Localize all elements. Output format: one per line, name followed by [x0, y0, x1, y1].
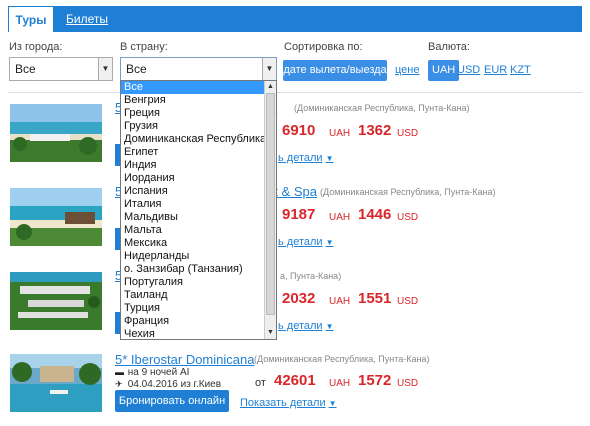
- chevron-down-icon: ▼: [325, 238, 334, 247]
- tab-tours[interactable]: Туры: [8, 6, 54, 32]
- hotel-photo[interactable]: [10, 104, 102, 162]
- currency-kzt[interactable]: KZT: [510, 60, 531, 81]
- country-option[interactable]: Франция: [121, 315, 265, 328]
- show-details-link[interactable]: ь детали ▼: [278, 236, 333, 248]
- hotel-title-tail[interactable]: rt & Spa: [270, 184, 317, 199]
- show-details-link[interactable]: ь детали ▼: [278, 152, 333, 164]
- currency-unit-usd: USD: [397, 296, 419, 307]
- country-dropdown-list[interactable]: Все Венгрия Греция Грузия Доминиканская Респ…: [120, 80, 277, 340]
- scroll-down-icon[interactable]: ▼: [265, 327, 276, 339]
- sort-by-price-link[interactable]: цене: [395, 64, 420, 76]
- country-option[interactable]: Италия: [121, 198, 265, 211]
- country-option[interactable]: Иордания: [121, 172, 265, 185]
- chevron-down-icon: ▼: [328, 399, 337, 408]
- price-usd: 1362: [358, 122, 392, 139]
- country-option[interactable]: Мексика: [121, 237, 265, 250]
- country-option[interactable]: Нидерланды: [121, 250, 265, 263]
- currency-label: Валюта:: [428, 41, 470, 53]
- currency-eur[interactable]: EUR: [484, 60, 507, 81]
- price-uah: 6910: [282, 122, 316, 139]
- plane-icon: ✈: [115, 379, 123, 389]
- price-usd: 1551: [358, 290, 392, 307]
- hotel-photo[interactable]: [10, 188, 102, 246]
- hotel-location: (Доминиканская Республика, Пунта-Кана): [254, 354, 430, 364]
- hotel-location: а, Пунта-Кана): [280, 271, 342, 281]
- country-option[interactable]: Египет: [121, 146, 265, 159]
- country-option[interactable]: Все: [121, 81, 265, 94]
- price-uah: 2032: [282, 290, 316, 307]
- show-details-link[interactable]: Показать детали ▼: [240, 397, 337, 409]
- scrollbar-thumb[interactable]: [266, 93, 275, 315]
- country-option[interactable]: о. Занзибар (Танзания): [121, 263, 265, 276]
- scrollbar[interactable]: ▲ ▼: [264, 81, 276, 339]
- currency-unit-usd: USD: [397, 212, 419, 223]
- currency-unit-usd: USD: [397, 128, 419, 139]
- country-option[interactable]: Греция: [121, 107, 265, 120]
- tour-item: 5 rt & Spa (Доминиканская Республика, Пу…: [8, 184, 582, 259]
- chevron-down-icon: ▼: [325, 154, 334, 163]
- country-option[interactable]: Чехия: [121, 328, 265, 339]
- from-city-label: Из города:: [9, 41, 63, 53]
- country-option[interactable]: Доминиканская Республика: [121, 133, 266, 146]
- price-uah: 42601: [274, 372, 316, 389]
- chevron-down-icon: ▼: [325, 322, 334, 331]
- to-country-value: Все: [126, 62, 147, 76]
- from-city-value: Все: [15, 62, 36, 76]
- country-option[interactable]: Турция: [121, 302, 265, 315]
- price-usd: 1446: [358, 206, 392, 223]
- currency-unit-uah: UAH: [329, 212, 351, 223]
- currency-unit-uah: UAH: [329, 378, 351, 389]
- hotel-location: (Доминиканская Республика, Пунта-Кана): [320, 187, 496, 197]
- tour-item: 5* Iberostar Dominicana (Доминиканская Р…: [8, 350, 582, 425]
- nights-info: ▬ на 9 ночей AI: [115, 367, 190, 378]
- country-option[interactable]: Испания: [121, 185, 265, 198]
- country-option[interactable]: Мальдивы: [121, 211, 265, 224]
- chevron-down-icon[interactable]: ▼: [98, 58, 112, 80]
- sort-by-date-button[interactable]: дате вылета/выезда ↑: [283, 60, 387, 97]
- tour-item: 5 а, Пунта-Кана) 2032 UAH 1551 USD ь дет…: [8, 268, 582, 343]
- to-country-select[interactable]: Все ▼: [120, 57, 277, 81]
- country-option[interactable]: Венгрия: [121, 94, 265, 107]
- divider: [8, 92, 582, 93]
- currency-uah[interactable]: UAH: [428, 60, 460, 81]
- currency-unit-uah: UAH: [329, 296, 351, 307]
- country-options: Все Венгрия Греция Грузия Доминиканская Респ…: [121, 81, 266, 339]
- to-country-label: В страну:: [120, 41, 168, 53]
- hotel-photo[interactable]: [10, 272, 102, 330]
- show-details-link[interactable]: ь детали ▼: [278, 320, 333, 332]
- tab-tickets[interactable]: Билеты: [60, 6, 114, 32]
- from-city-select[interactable]: Все ▼: [9, 57, 113, 81]
- country-option[interactable]: Таиланд: [121, 289, 265, 302]
- bed-icon: ▬: [115, 367, 124, 377]
- country-option[interactable]: Грузия: [121, 120, 265, 133]
- chevron-down-icon[interactable]: ▼: [262, 58, 276, 80]
- hotel-photo[interactable]: [10, 354, 102, 412]
- tour-item: 5 а (Доминиканская Республика, Пунта-Кан…: [8, 100, 582, 175]
- hotel-title-link[interactable]: 5* Iberostar Dominicana: [115, 352, 254, 367]
- country-option[interactable]: Португалия: [121, 276, 265, 289]
- hotel-location: (Доминиканская Республика, Пунта-Кана): [294, 103, 470, 113]
- sort-label: Сортировка по:: [284, 41, 363, 53]
- price-from-label: от: [255, 377, 266, 389]
- top-tab-bar: Туры Билеты: [8, 6, 582, 32]
- currency-unit-usd: USD: [397, 378, 419, 389]
- scroll-up-icon[interactable]: ▲: [265, 81, 276, 93]
- price-usd: 1572: [358, 372, 392, 389]
- currency-usd[interactable]: USD: [457, 60, 480, 81]
- country-option[interactable]: Мальта: [121, 224, 265, 237]
- departure-info: ✈ 04.04.2016 из г.Киев: [115, 379, 222, 390]
- currency-unit-uah: UAH: [329, 128, 351, 139]
- book-online-button[interactable]: Бронировать онлайн: [115, 390, 229, 412]
- country-option[interactable]: Индия: [121, 159, 265, 172]
- price-uah: 9187: [282, 206, 316, 223]
